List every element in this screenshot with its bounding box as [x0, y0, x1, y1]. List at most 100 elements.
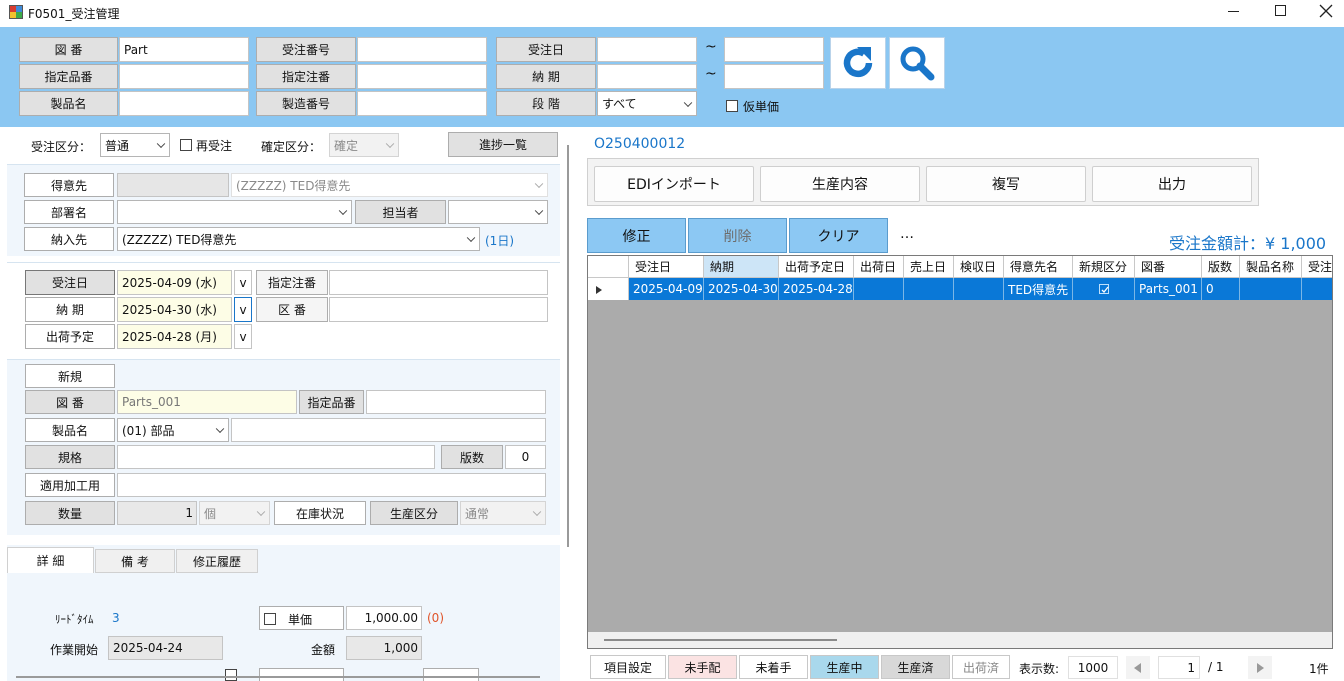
tanka-value: 1,000.00	[364, 611, 418, 625]
left-horizontal-scrollbar[interactable]	[16, 676, 540, 678]
search-juchubi-to[interactable]	[724, 37, 824, 62]
tilde-2: ~	[705, 66, 717, 82]
search-dankai-label: 段 階	[496, 91, 596, 116]
maximize-icon[interactable]	[1275, 5, 1286, 16]
search-noki-from[interactable]	[597, 64, 697, 89]
table-cell[interactable]	[854, 278, 904, 300]
table-cell[interactable]: 2025-04-28	[779, 278, 854, 300]
table-cell[interactable]	[954, 278, 1004, 300]
kari-tanka-checkbox[interactable]	[726, 100, 738, 112]
table-cell[interactable]	[1240, 278, 1302, 300]
grid-header-shukka-yotei[interactable]: 出荷予定日	[779, 256, 854, 278]
suryo-input[interactable]: 1	[117, 501, 197, 525]
seihinmei-label: 製品名	[25, 418, 115, 442]
shutsuryoku-button[interactable]: 出力	[1092, 166, 1252, 202]
search-seizo-bango-input[interactable]	[357, 91, 487, 116]
seihinmei-select[interactable]: (01) 部品	[117, 418, 229, 442]
table-cell[interactable]: 2025-04-09	[629, 278, 704, 300]
search-dankai-select[interactable]: すべて	[597, 91, 697, 116]
juchubi-v-button[interactable]: v	[234, 270, 252, 295]
table-cell[interactable]: 0	[1202, 278, 1240, 300]
table-cell[interactable]	[1073, 278, 1135, 300]
grid-row-header[interactable]	[588, 278, 629, 300]
more-button[interactable]: …	[900, 226, 914, 242]
kikaku-input[interactable]	[117, 445, 435, 469]
nonyusaki-select[interactable]: (ZZZZZ) TED得意先	[117, 227, 480, 251]
tantousha-select[interactable]	[448, 200, 548, 224]
zuban-input[interactable]: Parts_001	[117, 390, 297, 414]
grid-horizontal-scrollbar[interactable]	[588, 632, 1332, 648]
sai-juchu-checkbox[interactable]	[180, 139, 192, 151]
search-button[interactable]	[889, 37, 945, 89]
grid-header-juchu[interactable]: 受注	[1302, 256, 1332, 278]
noki-v-button[interactable]: v	[234, 297, 252, 322]
table-cell[interactable]	[1302, 278, 1332, 300]
search-shitei-chuban-input[interactable]	[357, 64, 487, 89]
juchu-kubun-select[interactable]: 普通	[100, 133, 170, 157]
table-cell[interactable]	[904, 278, 954, 300]
prev-page-button[interactable]	[1126, 656, 1150, 679]
seihinmei-input[interactable]	[231, 418, 546, 442]
search-zuban-input[interactable]: Part	[119, 37, 249, 62]
delete-button[interactable]: 削除	[688, 218, 787, 253]
tokuisaki-select[interactable]: (ZZZZZ) TED得意先	[231, 173, 548, 197]
peek-checkbox[interactable]	[225, 669, 237, 681]
grid-header-hansu[interactable]: 版数	[1202, 256, 1240, 278]
display-count-input[interactable]: 1000	[1068, 656, 1118, 679]
edit-button[interactable]: 修正	[587, 218, 686, 253]
search-shitei-hinban-input[interactable]	[119, 64, 249, 89]
close-icon[interactable]	[1319, 4, 1333, 18]
table-cell[interactable]: TED得意先	[1004, 278, 1073, 300]
grid-header-tokuisaki[interactable]: 得意先名	[1004, 256, 1073, 278]
hansu-input[interactable]: 0	[505, 445, 546, 469]
seisan-naiyo-button[interactable]: 生産内容	[760, 166, 920, 202]
search-juchu-bango-label: 受注番号	[256, 37, 356, 62]
grid-header-uriagebi[interactable]: 売上日	[904, 256, 954, 278]
search-seihinmei-input[interactable]	[119, 91, 249, 116]
search-juchu-bango-input[interactable]	[357, 37, 487, 62]
item-settings-button[interactable]: 項目設定	[590, 655, 666, 679]
noki-input[interactable]: 2025-04-30 (水)	[117, 297, 232, 322]
tekiyo-input[interactable]	[117, 473, 546, 497]
tab-biko[interactable]: 備 考	[95, 549, 175, 573]
kingaku-value: 1,000	[383, 641, 418, 655]
refresh-button[interactable]	[830, 37, 886, 89]
tab-shusei-rireki[interactable]: 修正履歴	[176, 549, 258, 573]
next-page-button[interactable]	[1248, 656, 1272, 679]
juchubi-input[interactable]: 2025-04-09 (水)	[117, 270, 232, 295]
grid-scroll-thumb[interactable]	[604, 639, 837, 641]
kuban-input[interactable]	[329, 297, 548, 322]
minimize-icon[interactable]	[1228, 11, 1239, 12]
shitei-hinban-input[interactable]	[366, 390, 546, 414]
tani-select[interactable]: 個	[199, 501, 270, 525]
table-cell[interactable]: Parts_001	[1135, 278, 1202, 300]
shinchoku-button[interactable]: 進捗一覧	[448, 132, 558, 157]
search-noki-to[interactable]	[724, 64, 824, 89]
grid-header-zuban[interactable]: 図番	[1135, 256, 1202, 278]
table-cell[interactable]: 2025-04-30	[704, 278, 779, 300]
clear-button[interactable]: クリア	[789, 218, 888, 253]
grid-header-seihin-meisho[interactable]: 製品名称	[1240, 256, 1302, 278]
page-input[interactable]: 1	[1158, 656, 1200, 679]
edi-import-button[interactable]: EDIインポート	[594, 166, 754, 202]
seisan-kubun-select[interactable]: 通常	[460, 501, 546, 525]
panel-splitter[interactable]	[567, 145, 569, 547]
grid-header-shinki-kubun[interactable]: 新規区分	[1073, 256, 1135, 278]
kakutei-kubun-select[interactable]: 確定	[329, 133, 399, 157]
shitei-chuban-input[interactable]	[329, 270, 548, 295]
busho-select[interactable]	[117, 200, 352, 224]
shukka-input[interactable]: 2025-04-28 (月)	[117, 324, 232, 349]
shukka-v-button[interactable]: v	[234, 324, 252, 349]
grid-header-shukkabi[interactable]: 出荷日	[854, 256, 904, 278]
zaiko-button[interactable]: 在庫状況	[274, 501, 366, 525]
tab-shosai[interactable]: 詳 細	[7, 547, 94, 573]
search-juchubi-from[interactable]	[597, 37, 697, 62]
fukusha-button[interactable]: 複写	[926, 166, 1086, 202]
grid-header-kenshubi[interactable]: 検収日	[954, 256, 1004, 278]
tanka-checkbox[interactable]	[264, 613, 276, 625]
tanka-input[interactable]: 1,000.00	[346, 606, 422, 630]
grid-header-noki[interactable]: 納期	[704, 256, 779, 278]
chevron-down-icon	[338, 206, 348, 216]
grid-header-juchubi[interactable]: 受注日	[629, 256, 704, 278]
sagyo-input[interactable]: 2025-04-24	[108, 636, 223, 660]
